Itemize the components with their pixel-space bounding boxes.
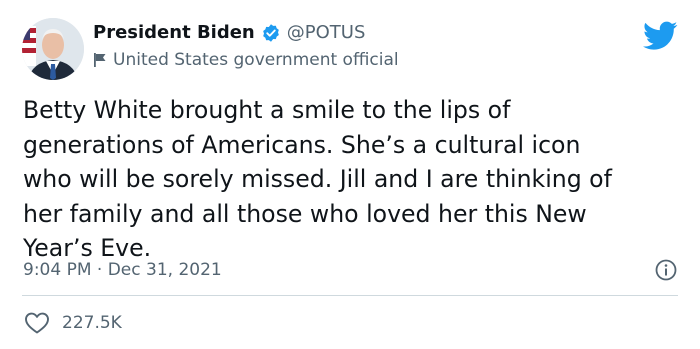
account-label-text: United States government official bbox=[113, 50, 399, 70]
display-name[interactable]: President Biden bbox=[93, 22, 255, 43]
like-action[interactable]: 227.5K bbox=[24, 311, 122, 335]
handle[interactable]: @POTUS bbox=[287, 22, 366, 43]
account-label: United States government official bbox=[93, 50, 399, 70]
like-count: 227.5K bbox=[62, 313, 122, 333]
author-row: President Biden @POTUS bbox=[93, 22, 365, 43]
heart-icon[interactable] bbox=[24, 311, 50, 335]
divider bbox=[22, 295, 678, 296]
tweet-meta: 9:04 PM · Dec 31, 2021 bbox=[23, 258, 678, 282]
twitter-bird-icon[interactable] bbox=[643, 21, 678, 51]
info-icon[interactable] bbox=[654, 258, 678, 282]
avatar[interactable] bbox=[22, 18, 84, 80]
flag-icon bbox=[93, 52, 107, 68]
verified-badge-icon bbox=[261, 23, 281, 43]
tweet-timestamp[interactable]: 9:04 PM · Dec 31, 2021 bbox=[23, 260, 222, 280]
tweet-text: Betty White brought a smile to the lips … bbox=[23, 96, 612, 262]
